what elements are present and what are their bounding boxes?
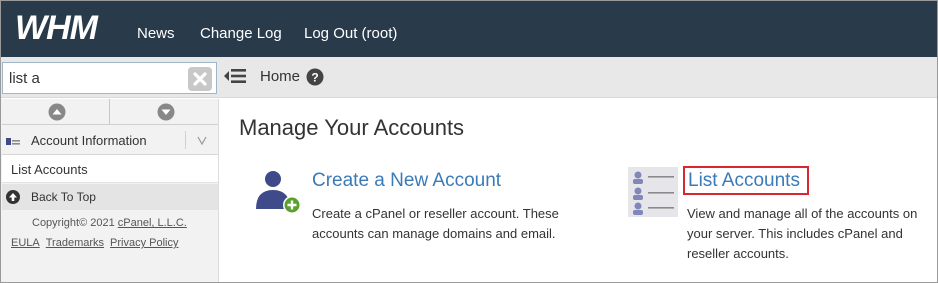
list-accounts-highlight: List Accounts [683,166,809,195]
scroll-divider [109,99,110,125]
list-accounts-icon[interactable] [628,167,678,217]
back-to-top-label: Back To Top [31,190,96,204]
logo-text: WHM [15,9,99,45]
list-accounts-link[interactable]: List Accounts [688,170,800,192]
help-icon[interactable]: ? [306,68,324,86]
category-divider [185,131,186,149]
footer-links: EULA Trademarks Privacy Policy [11,237,185,249]
top-bar: WHM News Change Log Log Out (root) [1,1,937,57]
nav-news[interactable]: News [137,25,175,42]
sidebar-item-label: List Accounts [11,162,88,177]
back-to-top-button[interactable]: Back To Top [2,184,218,210]
menu-collapse-icon[interactable] [223,66,247,86]
sidebar-scroll-controls [2,99,218,125]
arrow-up-circle-icon [6,190,20,204]
clear-search-button[interactable] [188,67,212,91]
breadcrumb-home[interactable]: Home [260,68,300,85]
search-input[interactable] [9,68,179,88]
eula-link[interactable]: EULA [11,237,40,249]
sidebar-category-account-information[interactable]: Account Information [2,125,218,155]
list-accounts-description: View and manage all of the accounts on y… [687,206,918,261]
scroll-up-icon[interactable] [48,103,66,121]
trademarks-link[interactable]: Trademarks [46,237,104,249]
create-account-description: Create a cPanel or reseller account. The… [312,206,559,241]
svg-text:?: ? [311,71,318,85]
copyright-prefix: Copyright© 2021 [32,217,118,229]
whm-window: WHM News Change Log Log Out (root) Home … [0,0,938,283]
privacy-policy-link[interactable]: Privacy Policy [110,237,178,249]
close-icon [193,72,207,86]
whm-logo[interactable]: WHM [15,9,119,45]
create-account-link[interactable]: Create a New Account [312,170,501,192]
sidebar-item-list-accounts[interactable]: List Accounts [2,155,218,183]
copyright-text: Copyright© 2021 cPanel, L.L.C. [32,217,187,229]
search-box [2,62,217,94]
nav-change-log[interactable]: Change Log [200,25,282,42]
account-information-icon [6,138,20,145]
chevron-down-icon[interactable] [196,134,208,146]
cpanel-link[interactable]: cPanel, L.L.C. [118,217,187,229]
scroll-down-icon[interactable] [157,103,175,121]
category-label: Account Information [31,133,147,148]
page-title: Manage Your Accounts [239,115,465,140]
nav-log-out[interactable]: Log Out (root) [304,25,397,42]
add-user-icon[interactable] [253,167,303,217]
